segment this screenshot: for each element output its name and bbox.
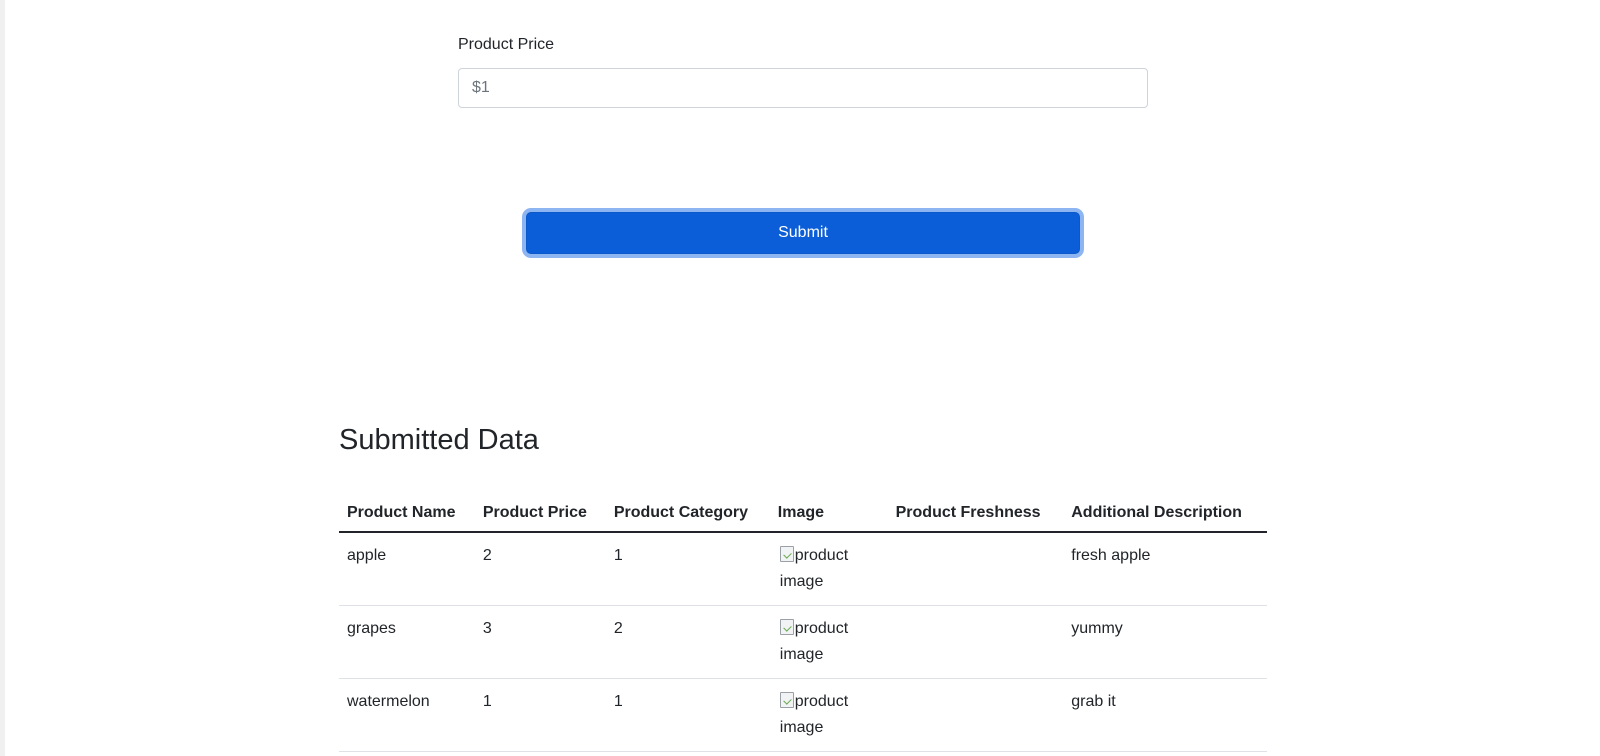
product-price-label: Product Price xyxy=(458,36,555,53)
cell-additional-description: fresh apple xyxy=(1063,532,1267,606)
cell-product-category: 1 xyxy=(605,678,770,752)
cell-product-price: 3 xyxy=(474,605,606,679)
cell-product-freshness xyxy=(887,678,1064,752)
cell-product-category: 1 xyxy=(605,532,770,606)
cell-product-freshness xyxy=(887,532,1064,606)
column-header-product-name: Product Name xyxy=(339,494,475,533)
broken-image-icon xyxy=(779,546,794,562)
cell-product-category: 2 xyxy=(605,605,770,679)
broken-image-icon xyxy=(779,692,794,708)
product-price-input[interactable] xyxy=(458,68,1148,108)
table-row: apple 2 1 product image fresh apple xyxy=(339,532,1267,606)
cell-product-name: grapes xyxy=(339,605,475,679)
cell-product-name: apple xyxy=(339,532,475,606)
cell-image: product image xyxy=(769,678,888,752)
cell-product-freshness xyxy=(887,605,1064,679)
table-row: watermelon 1 1 product image grab it xyxy=(339,678,1267,752)
cell-additional-description: grab it xyxy=(1063,678,1267,752)
cell-product-price: 1 xyxy=(474,678,606,752)
column-header-product-category: Product Category xyxy=(605,494,770,533)
broken-image-icon xyxy=(779,619,794,635)
column-header-additional-description: Additional Description xyxy=(1063,494,1267,533)
cell-additional-description: yummy xyxy=(1063,605,1267,679)
product-image: product image xyxy=(778,689,870,741)
product-image: product image xyxy=(778,616,870,668)
submitted-data-title: Submitted Data xyxy=(339,424,539,456)
page-left-edge xyxy=(0,0,5,756)
submit-button[interactable]: Submit xyxy=(526,212,1080,254)
cell-product-name: watermelon xyxy=(339,678,475,752)
column-header-product-price: Product Price xyxy=(474,494,606,533)
column-header-product-freshness: Product Freshness xyxy=(887,494,1064,533)
submitted-data-table: Product Name Product Price Product Categ… xyxy=(339,494,1267,752)
column-header-image: Image xyxy=(769,494,888,533)
cell-image: product image xyxy=(769,605,888,679)
cell-image: product image xyxy=(769,532,888,606)
table-header-row: Product Name Product Price Product Categ… xyxy=(339,494,1267,533)
table-row: grapes 3 2 product image yummy xyxy=(339,605,1267,679)
product-image: product image xyxy=(778,543,870,595)
cell-product-price: 2 xyxy=(474,532,606,606)
